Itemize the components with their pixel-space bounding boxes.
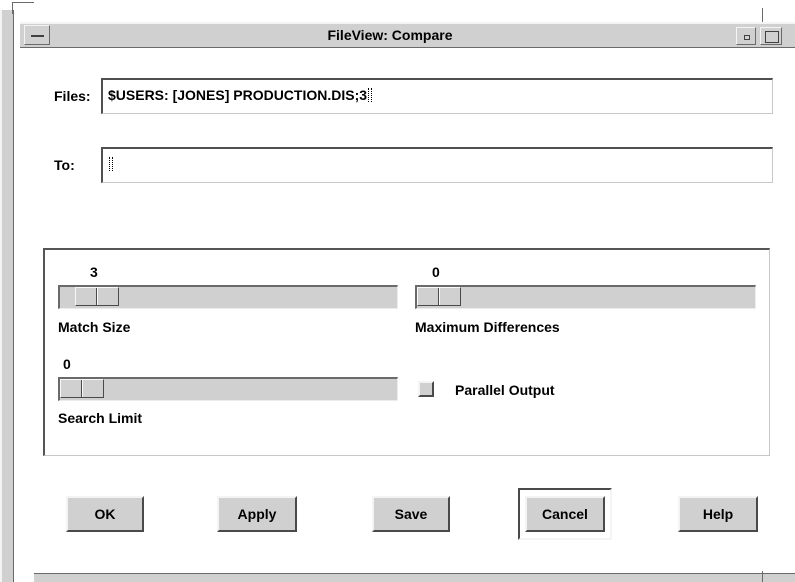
to-label: To: bbox=[54, 157, 75, 173]
parallel-output-checkbox[interactable] bbox=[418, 381, 434, 397]
maximum-differences-slider-thumb[interactable] bbox=[417, 287, 461, 306]
text-cursor bbox=[109, 157, 113, 171]
window-menu-button[interactable] bbox=[24, 25, 50, 45]
window-frame-bottom-marker bbox=[762, 571, 763, 582]
window-title: FileView: Compare bbox=[327, 27, 453, 43]
window-frame-left[interactable] bbox=[0, 10, 14, 582]
search-limit-value: 0 bbox=[63, 356, 71, 372]
files-input[interactable]: $USERS: [JONES] PRODUCTION.DIS;3 bbox=[101, 78, 773, 114]
ok-button[interactable]: OK bbox=[66, 496, 144, 532]
maximize-icon bbox=[765, 31, 779, 43]
search-limit-slider-thumb[interactable] bbox=[60, 379, 104, 398]
search-limit-label: Search Limit bbox=[58, 410, 143, 426]
help-button[interactable]: Help bbox=[678, 496, 758, 532]
search-limit-scale[interactable] bbox=[58, 377, 398, 401]
window-frame-corner bbox=[12, 2, 34, 3]
cancel-button[interactable]: Cancel bbox=[525, 496, 605, 532]
window-menu-icon bbox=[31, 35, 44, 37]
maximum-differences-label: Maximum Differences bbox=[415, 319, 560, 335]
minimize-button[interactable] bbox=[736, 27, 756, 45]
match-size-slider-thumb[interactable] bbox=[75, 287, 119, 306]
save-button[interactable]: Save bbox=[372, 496, 450, 532]
files-label: Files: bbox=[54, 88, 91, 104]
files-input-value: $USERS: [JONES] PRODUCTION.DIS;3 bbox=[108, 87, 368, 103]
window-frame-bottom[interactable] bbox=[34, 573, 795, 582]
match-size-label: Match Size bbox=[58, 319, 131, 335]
match-size-value: 3 bbox=[90, 264, 98, 280]
maximum-differences-scale[interactable] bbox=[415, 285, 756, 309]
to-input[interactable] bbox=[101, 147, 773, 183]
match-size-scale[interactable] bbox=[58, 285, 398, 309]
maximize-button[interactable] bbox=[760, 27, 782, 45]
options-group bbox=[43, 248, 770, 456]
apply-button[interactable]: Apply bbox=[217, 496, 297, 532]
minimize-icon bbox=[744, 35, 750, 40]
window-frame-corner-edge bbox=[12, 2, 13, 14]
maximum-differences-value: 0 bbox=[432, 264, 440, 280]
parallel-output-label[interactable]: Parallel Output bbox=[455, 382, 555, 398]
text-cursor bbox=[368, 88, 373, 102]
